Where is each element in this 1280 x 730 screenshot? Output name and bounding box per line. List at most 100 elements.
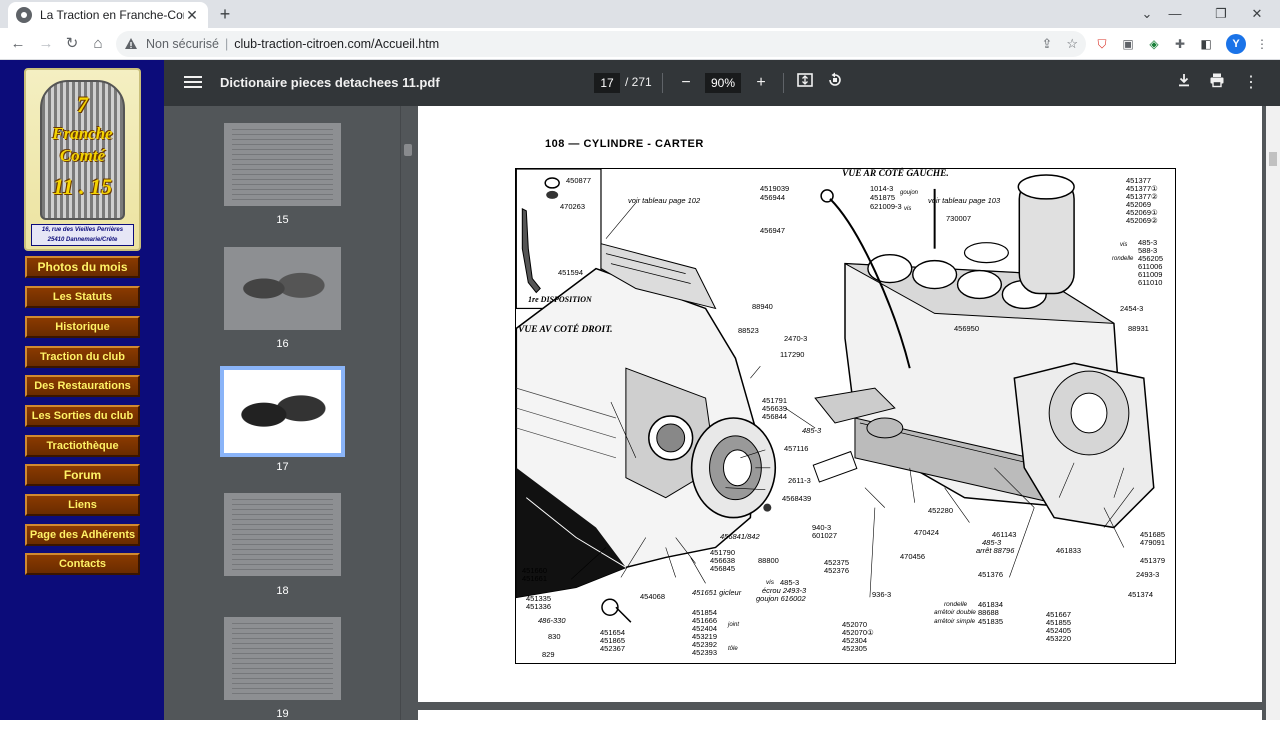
document-scrollbar[interactable] — [1266, 106, 1280, 720]
part-label: 485-3 — [802, 426, 822, 435]
part-label: 456947 — [760, 226, 786, 235]
part-label: 2611-3 — [788, 476, 811, 485]
menu-des-restaurations[interactable]: Des Restaurations — [25, 375, 140, 397]
pdf-toolbar: Dictionaire pieces detachees 11.pdf 17 /… — [164, 60, 1280, 106]
page-heading-text: 108 — CYLINDRE - CARTER — [545, 138, 704, 150]
part-label: 88800 — [758, 556, 779, 565]
forward-arrow-icon[interactable]: → — [36, 34, 56, 54]
address-bar[interactable]: Non sécurisé | club-traction-citroen.com… — [116, 31, 1086, 57]
back-arrow-icon[interactable]: ← — [8, 34, 28, 54]
hamburger-menu-icon[interactable] — [184, 73, 202, 93]
part-label: 451835 — [978, 617, 1004, 626]
menu-liens[interactable]: Liens — [25, 494, 140, 516]
rotate-icon[interactable] — [824, 72, 846, 94]
scrollbar-thumb[interactable] — [1269, 152, 1277, 166]
part-label: 452376 — [824, 566, 850, 575]
print-icon[interactable] — [1206, 72, 1228, 94]
thumbnail-number: 19 — [276, 708, 289, 720]
menu-contacts[interactable]: Contacts — [25, 553, 140, 575]
part-label: 88688 — [978, 608, 999, 617]
part-label: tôle — [728, 646, 738, 652]
thumbnail-sidebar: 15 16 17 18 19 — [164, 106, 400, 720]
warning-icon[interactable] — [124, 37, 138, 51]
menu-photos-du-mois[interactable]: Photos du mois — [25, 256, 140, 278]
part-label: 4568439 — [782, 494, 812, 503]
page-heading: 108 — CYLINDRE - CARTER — [545, 138, 704, 150]
download-icon[interactable] — [1173, 72, 1195, 94]
thumbnail-number: 15 — [276, 214, 289, 226]
scrollbar-thumb[interactable] — [404, 144, 412, 156]
part-label: 456944 — [760, 193, 786, 202]
part-label: 730007 — [946, 214, 972, 223]
shield-extension-icon[interactable]: ⛉ — [1094, 36, 1110, 52]
menu-forum[interactable]: Forum — [25, 464, 140, 486]
pdf-extension-icon[interactable]: ▣ — [1120, 36, 1136, 52]
toolbar-divider — [662, 73, 663, 93]
zoom-input[interactable]: 90% — [705, 73, 741, 93]
part-label: 451651 gicleur — [692, 588, 742, 597]
part-label: arrêt 88796 — [976, 546, 1015, 555]
restore-window-icon[interactable]: ❐ — [1208, 4, 1234, 24]
part-label: 479091 — [1140, 538, 1166, 547]
reload-icon[interactable]: ↻ — [62, 34, 82, 54]
part-label: 461833 — [1056, 546, 1082, 555]
zoom-in-button[interactable]: + — [750, 72, 772, 94]
more-options-icon[interactable]: ⋮ — [1240, 72, 1262, 94]
thumbnail-page[interactable] — [224, 247, 341, 330]
url-text[interactable]: club-traction-citroen.com/Accueil.htm — [234, 37, 439, 51]
tab-search-chevron-icon[interactable]: ⌄ — [1134, 4, 1160, 24]
logo-models: 11 . 15 — [52, 174, 113, 199]
part-label: 451875 — [870, 193, 896, 202]
part-label: 452393 — [692, 648, 718, 657]
share-icon[interactable]: ⇪ — [1041, 36, 1052, 52]
part-label: goujon 616002 — [756, 594, 806, 603]
part-label: goujon — [900, 190, 919, 196]
thumbnail-page-active[interactable] — [220, 366, 345, 457]
part-label: 451594 — [558, 268, 584, 277]
thumbnail-page[interactable] — [224, 493, 341, 576]
thumbnail-page[interactable] — [224, 617, 341, 700]
part-label: 936-3 — [872, 590, 892, 599]
menu-les-statuts[interactable]: Les Statuts — [25, 286, 140, 308]
thumbnail-page[interactable] — [224, 123, 341, 206]
new-tab-button[interactable]: + — [214, 4, 236, 26]
bookmark-star-icon[interactable]: ☆ — [1066, 36, 1078, 52]
not-secure-label[interactable]: Non sécurisé — [146, 37, 219, 51]
logo-franche: Franche — [52, 124, 113, 143]
colored-extension-icon[interactable]: ◈ — [1146, 36, 1162, 52]
part-label: voir tableau page 103 — [928, 196, 1001, 205]
extensions-puzzle-icon[interactable]: ✚ — [1172, 36, 1188, 52]
part-label: 4519039 — [760, 184, 790, 193]
browser-tab[interactable]: La Traction en Franche-Comté ✕ — [8, 2, 208, 28]
minimize-window-icon[interactable]: — — [1162, 4, 1188, 24]
close-tab-icon[interactable]: ✕ — [184, 7, 200, 24]
menu-traction-du-club[interactable]: Traction du club — [25, 346, 140, 368]
thumbnail-scrollbar[interactable] — [400, 106, 414, 720]
part-label: 452280 — [928, 506, 954, 515]
profile-avatar[interactable]: Y — [1226, 34, 1246, 54]
home-icon[interactable]: ⌂ — [88, 34, 108, 54]
next-pdf-page — [418, 710, 1262, 730]
logo-number: 7 — [77, 92, 88, 117]
logo-comte: Comté — [59, 146, 106, 165]
browser-menu-icon[interactable]: ⋮ — [1254, 36, 1270, 52]
browser-toolbar: ← → ↻ ⌂ Non sécurisé | club-traction-cit… — [0, 28, 1280, 60]
part-label: joint — [728, 622, 740, 628]
page-number-input[interactable]: 17 — [594, 73, 620, 93]
close-window-icon[interactable]: ✕ — [1244, 4, 1270, 24]
thumbnail-number: 18 — [276, 585, 289, 597]
parts-diagram: VUE AR COTÉ GAUCHE. VUE AV COTÉ DROIT. 1… — [515, 168, 1176, 664]
tab-strip: La Traction en Franche-Comté ✕ + ⌄ — ❐ ✕ — [0, 0, 1280, 28]
part-label: vis — [904, 206, 912, 212]
part-label: 611010 — [1138, 278, 1163, 287]
menu-les-sorties-du-club[interactable]: Les Sorties du club — [25, 405, 140, 427]
part-label: 830 — [548, 632, 561, 641]
part-label: 451374 — [1128, 590, 1154, 599]
menu-historique[interactable]: Historique — [25, 316, 140, 338]
menu-tractiotheque[interactable]: Tractiothèque — [25, 435, 140, 457]
menu-page-des-adherents[interactable]: Page des Adhérents — [25, 524, 140, 546]
side-panel-icon[interactable]: ◧ — [1198, 36, 1214, 52]
fit-to-page-icon[interactable] — [794, 72, 816, 94]
club-logo[interactable]: 7 Franche Comté 11 . 15 16, rue des Viei… — [24, 68, 141, 251]
zoom-out-button[interactable]: − — [675, 72, 697, 94]
